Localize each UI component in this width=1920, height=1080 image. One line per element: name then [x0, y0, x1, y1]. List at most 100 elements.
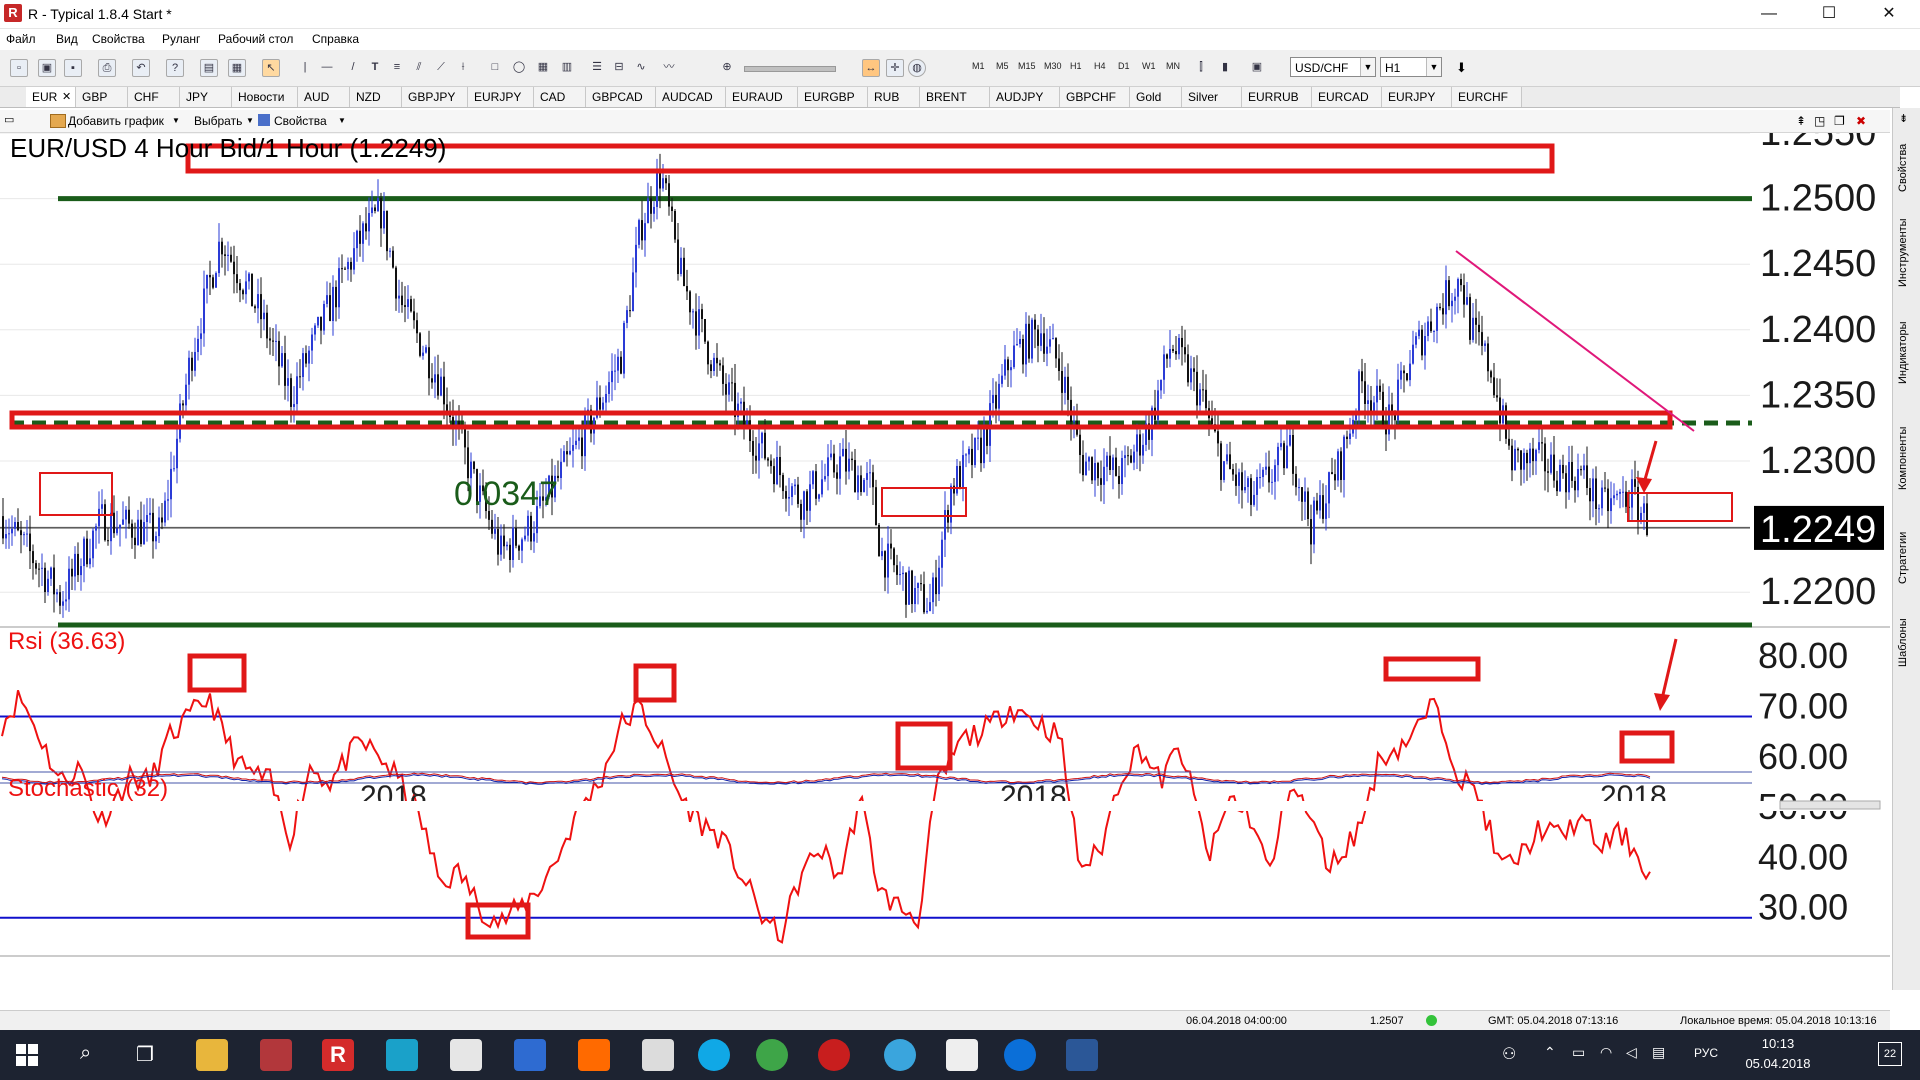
text-icon[interactable]: T — [366, 59, 384, 77]
tab-jpy[interactable]: JPY — [180, 87, 232, 107]
tf-w1-button[interactable]: W1 — [1142, 61, 1156, 71]
paper-icon[interactable] — [946, 1039, 978, 1071]
timeframe-select[interactable]: H1 ▼ — [1380, 57, 1442, 77]
maximize-button[interactable]: ☐ — [1806, 0, 1852, 28]
notes-icon[interactable] — [514, 1039, 546, 1071]
tf-m1-button[interactable]: M1 — [972, 61, 985, 71]
zoom-icon[interactable]: ⊕ — [718, 59, 736, 77]
menu-rulang[interactable]: Руланг — [162, 32, 200, 46]
undo-icon[interactable]: ↶ — [132, 59, 150, 77]
tf-m30-button[interactable]: M30 — [1044, 61, 1062, 71]
tab-gbpcad[interactable]: GBPCAD — [586, 87, 656, 107]
menu-desktop[interactable]: Рабочий стол — [218, 32, 293, 46]
fibonacci-icon[interactable]: ⫽ — [410, 59, 428, 77]
channel-icon[interactable]: ≡ — [388, 59, 406, 77]
tab-gbp[interactable]: GBP — [76, 87, 128, 107]
tab-eurchf[interactable]: EURCHF — [1452, 87, 1522, 107]
tab-aud[interactable]: AUD — [298, 87, 350, 107]
language-indicator[interactable]: РУС — [1694, 1046, 1718, 1060]
menu-view[interactable]: Вид — [56, 32, 78, 46]
tf-m15-button[interactable]: M15 — [1018, 61, 1036, 71]
app-g-icon[interactable] — [818, 1039, 850, 1071]
select-button[interactable]: Выбрать — [194, 114, 242, 128]
close-chart-icon[interactable]: ✖ — [1856, 114, 1866, 128]
clock-date[interactable]: 05.04.2018 — [1730, 1056, 1826, 1071]
scroll-icon[interactable]: ↔ — [862, 59, 880, 77]
right-tab-components[interactable]: Компоненты — [1897, 408, 1917, 508]
right-tab-tools[interactable]: Инструменты — [1897, 208, 1917, 298]
arrow-down-icon[interactable]: ⬇ — [1456, 60, 1467, 76]
tab-rub[interactable]: RUB — [868, 87, 920, 107]
tf-m5-button[interactable]: M5 — [996, 61, 1009, 71]
teamviewer-icon[interactable] — [1004, 1039, 1036, 1071]
table-icon[interactable]: ▥ — [558, 59, 576, 77]
chevron-up-icon[interactable]: ⌃ — [1544, 1044, 1556, 1061]
print-icon[interactable]: ⎙ — [98, 59, 116, 77]
task-view-icon[interactable]: ❐ — [136, 1042, 154, 1067]
tab-eurjpy[interactable]: EURJPY — [1382, 87, 1452, 107]
vertical-line-icon[interactable]: | — [296, 59, 314, 77]
telegram-icon[interactable] — [884, 1039, 916, 1071]
rectangle-icon[interactable]: □ — [486, 59, 504, 77]
layout-icon[interactable]: ▦ — [228, 59, 246, 77]
notifications-icon[interactable]: 22 — [1878, 1042, 1902, 1066]
pin-icon[interactable]: ⇞ — [1796, 114, 1806, 128]
tab-gbpjpy[interactable]: GBPJPY — [402, 87, 468, 107]
tab-eurjpy[interactable]: EURJPY — [468, 87, 534, 107]
mail-icon[interactable] — [450, 1039, 482, 1071]
menu-properties[interactable]: Свойства — [92, 32, 145, 46]
search-icon[interactable]: ⌕ — [80, 1042, 91, 1065]
people-icon[interactable]: ⚇ — [1502, 1044, 1516, 1064]
clock-time[interactable]: 10:13 — [1752, 1036, 1804, 1051]
tab-brent[interactable]: BRENT — [920, 87, 990, 107]
menu-help[interactable]: Справка — [312, 32, 359, 46]
save-icon[interactable]: ▪ — [64, 59, 82, 77]
tab-eurgbp[interactable]: EURGBP — [798, 87, 868, 107]
chrome-icon[interactable] — [756, 1039, 788, 1071]
chart-icon[interactable]: ▤ — [200, 59, 218, 77]
restore-icon[interactable]: ❐ — [1834, 114, 1845, 128]
close-tab-icon[interactable]: ✕ — [62, 90, 71, 103]
right-tab-strategies[interactable]: Стратегии — [1897, 518, 1917, 598]
camera-icon[interactable] — [642, 1039, 674, 1071]
app-f-icon[interactable] — [578, 1039, 610, 1071]
trendline-icon[interactable]: / — [344, 59, 362, 77]
tf-h1-button[interactable]: H1 — [1070, 61, 1082, 71]
tab-audjpy[interactable]: AUDJPY — [990, 87, 1060, 107]
chart-area[interactable]: 1.2550 1.2500 1.2450 1.2400 1.2350 1.2300 1.22… — [0, 133, 1890, 993]
menu-file[interactable]: Файл — [6, 32, 36, 46]
gann-icon[interactable]: ⟊ — [454, 59, 472, 77]
crosshair-icon[interactable]: ✛ — [886, 59, 904, 77]
chart-settings-icon[interactable]: ▣ — [1248, 59, 1266, 77]
add-chart-button[interactable]: Добавить график — [68, 114, 164, 128]
word-icon[interactable] — [1066, 1039, 1098, 1071]
wifi-icon[interactable]: ◠ — [1600, 1044, 1612, 1061]
close-button[interactable]: ✕ — [1866, 0, 1912, 28]
tab-новости[interactable]: Новости — [232, 87, 298, 107]
calendar-app-icon[interactable] — [386, 1039, 418, 1071]
chart-type-bars-icon[interactable]: ⫿ — [1192, 59, 1210, 77]
grid-icon[interactable]: ▦ — [534, 59, 552, 77]
zigzag-icon[interactable]: 〰 — [660, 59, 678, 77]
volume-icon[interactable]: ◁ — [1626, 1044, 1637, 1061]
typical-app-icon[interactable]: R — [322, 1039, 354, 1071]
right-tab-properties[interactable]: Свойства — [1897, 138, 1917, 198]
comment-icon[interactable]: ⊟ — [610, 59, 628, 77]
cursor-icon[interactable]: ↖ — [262, 59, 280, 77]
zoom-slider[interactable] — [744, 66, 836, 72]
minimize-button[interactable]: — — [1746, 0, 1792, 28]
globe-icon[interactable]: ◍ — [908, 59, 926, 77]
float-icon[interactable]: ◳ — [1814, 114, 1825, 128]
tab-cad[interactable]: CAD — [534, 87, 586, 107]
horizontal-line-icon[interactable]: — — [318, 59, 336, 77]
tab-nzd[interactable]: NZD — [350, 87, 402, 107]
right-tab-indicators[interactable]: Индикаторы — [1897, 308, 1917, 398]
new-file-icon[interactable]: ▫ — [10, 59, 28, 77]
tab-gold[interactable]: Gold — [1130, 87, 1182, 107]
tab-audcad[interactable]: AUDCAD — [656, 87, 726, 107]
windows-start-icon[interactable] — [16, 1044, 38, 1066]
tab-euraud[interactable]: EURAUD — [726, 87, 798, 107]
skype-icon[interactable] — [698, 1039, 730, 1071]
tab-eurcad[interactable]: EURCAD — [1312, 87, 1382, 107]
tab-chf[interactable]: CHF — [128, 87, 180, 107]
